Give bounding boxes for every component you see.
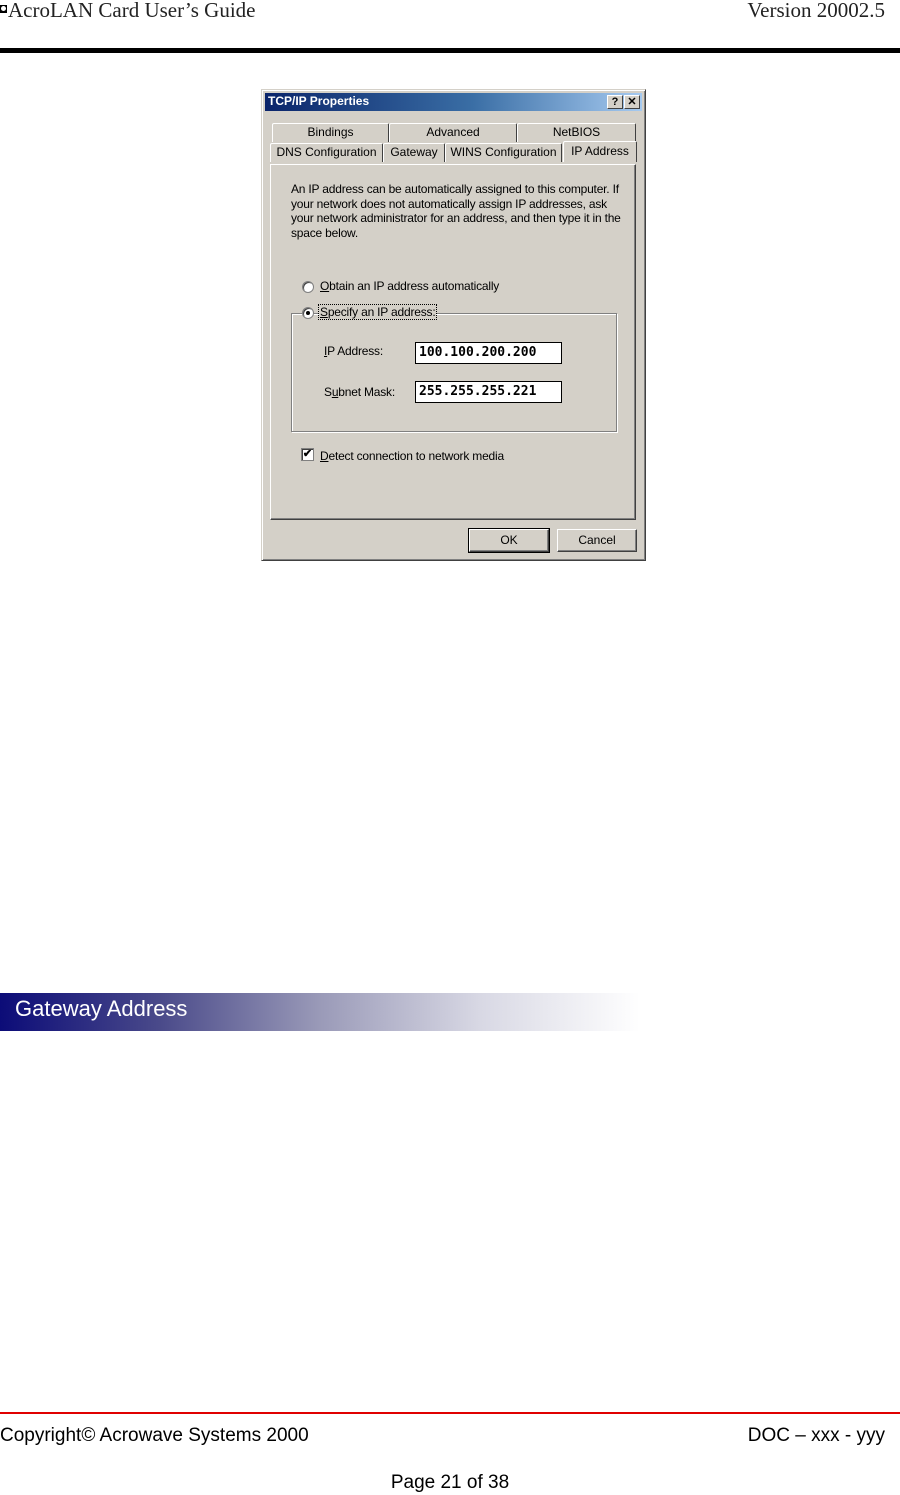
document-title: AcroLAN Card User’s Guide (0, 0, 255, 23)
detect-connection-checkbox[interactable]: ✔ (301, 448, 314, 461)
cancel-button[interactable]: Cancel (557, 529, 637, 552)
footer-doc-id: DOC – xxx - yyy (747, 1425, 885, 1446)
help-button[interactable]: ? (607, 95, 623, 109)
close-icon: ✕ (627, 96, 637, 108)
footer-copyright: Copyright© Acrowave Systems 2000 (0, 1425, 309, 1446)
tab-advanced[interactable]: Advanced (389, 123, 517, 142)
tab-gateway[interactable]: Gateway (383, 143, 445, 162)
tab-bindings[interactable]: Bindings (272, 123, 389, 142)
bullet-icon (0, 5, 7, 13)
description-text: An IP address can be automatically assig… (291, 182, 621, 240)
tab-netbios[interactable]: NetBIOS (517, 123, 636, 142)
tab-wins-configuration[interactable]: WINS Configuration (445, 143, 562, 162)
ip-address-label: IP Address: (324, 344, 383, 358)
dialog-titlebar: TCP/IP Properties ? ✕ (265, 93, 642, 111)
help-icon: ? (611, 96, 619, 108)
ip-address-input[interactable]: 100.100.200.200 (415, 342, 562, 364)
dialog-title: TCP/IP Properties (268, 94, 370, 108)
obtain-auto-label[interactable]: Obtain an IP address automatically (320, 279, 499, 293)
tab-dns-configuration[interactable]: DNS Configuration (270, 143, 383, 162)
ok-button[interactable]: OK (468, 528, 550, 553)
section-heading-bar: Gateway Address (0, 993, 640, 1031)
document-version: Version 20002.5 (747, 0, 885, 22)
specify-ip-radio[interactable] (302, 307, 314, 319)
close-button[interactable]: ✕ (624, 95, 640, 109)
section-heading: Gateway Address (15, 996, 188, 1021)
specify-ip-groupbox (291, 313, 617, 432)
detect-connection-label[interactable]: Detect connection to network media (320, 449, 504, 463)
document-title-text: AcroLAN Card User’s Guide (8, 0, 256, 22)
header-rule (0, 48, 900, 53)
specify-ip-label[interactable]: Specify an IP address: (317, 304, 438, 320)
checkmark-icon: ✔ (302, 448, 313, 460)
subnet-mask-input[interactable]: 255.255.255.221 (415, 381, 562, 403)
page-header: AcroLAN Card User’s Guide Version 20002.… (0, 0, 900, 54)
page-number: Page 21 of 38 (390, 1472, 510, 1493)
ip-address-panel: An IP address can be automatically assig… (270, 164, 636, 520)
subnet-mask-label: Subnet Mask: (324, 385, 395, 399)
tab-ip-address[interactable]: IP Address (563, 141, 637, 162)
footer-rule (0, 1412, 900, 1414)
obtain-auto-radio[interactable] (302, 281, 314, 293)
tcpip-properties-dialog: TCP/IP Properties ? ✕ Bindings Advanced … (261, 89, 646, 561)
